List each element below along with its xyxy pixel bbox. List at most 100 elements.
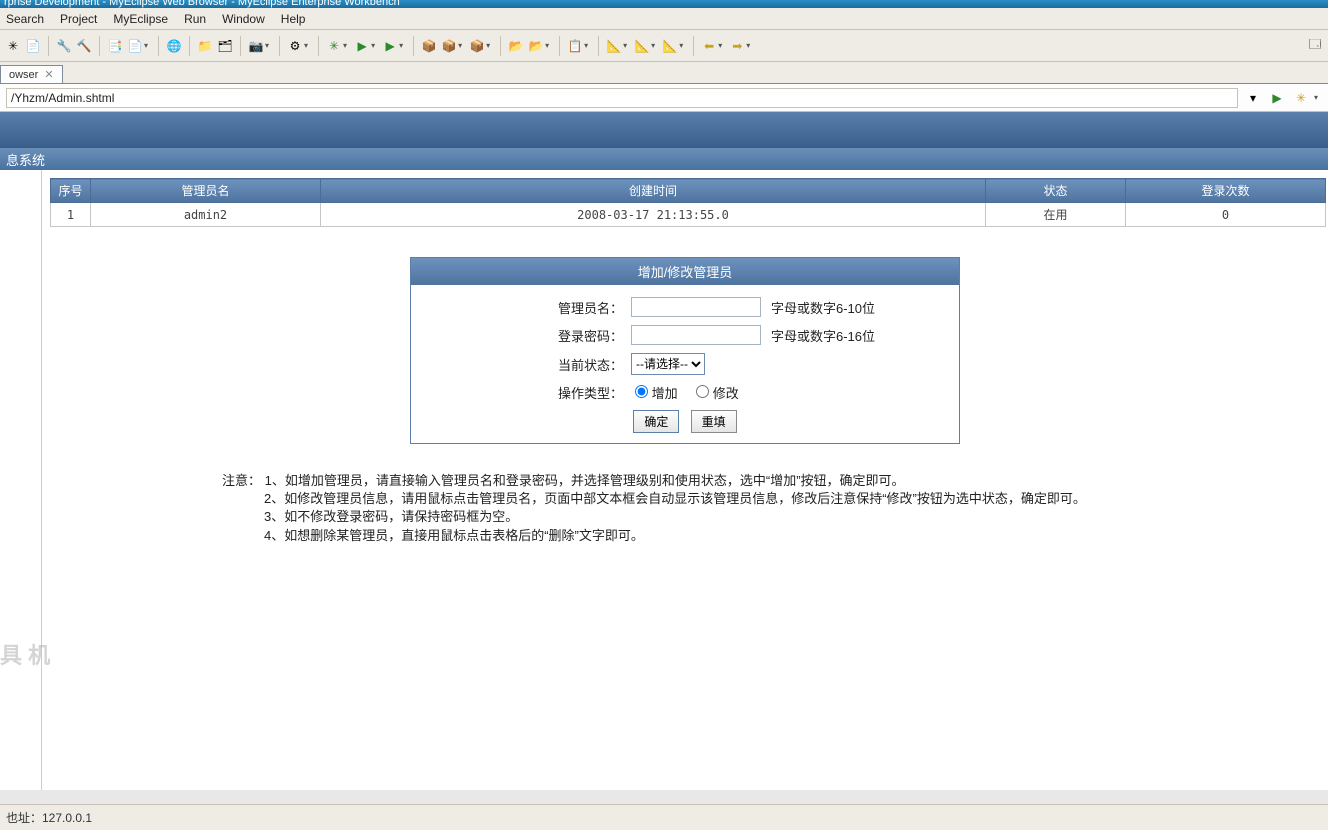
password-label: 登录密码： xyxy=(421,326,631,345)
col-created: 创建时间 xyxy=(321,179,986,203)
notes-line-3: 3、如不修改登录密码，请保持密码框为空。 xyxy=(264,508,518,526)
status-select[interactable]: --请选择-- xyxy=(631,353,705,375)
toolbar-icon[interactable]: 📐 xyxy=(633,37,651,55)
notes-line-1: 1、如增加管理员，请直接输入管理员名和登录密码，并选择管理级别和使用状态，选中“… xyxy=(265,473,905,488)
toolbar-icon[interactable]: 🔨 xyxy=(75,37,93,55)
cell-status: 在用 xyxy=(986,203,1126,227)
browser-tab[interactable]: owser ✕ xyxy=(0,65,63,83)
col-name: 管理员名 xyxy=(91,179,321,203)
run-icon[interactable]: ▶ xyxy=(353,37,371,55)
admin-name-label: 管理员名： xyxy=(421,298,631,317)
col-logins: 登录次数 xyxy=(1126,179,1326,203)
dropdown-arrow-icon[interactable]: ▾ xyxy=(718,41,722,50)
globe-icon[interactable]: 🌐 xyxy=(165,37,183,55)
close-icon[interactable]: ✕ xyxy=(44,68,53,81)
address-input[interactable] xyxy=(6,88,1238,108)
tool-icon[interactable]: ✳ xyxy=(1292,89,1310,107)
notes-title: 注意： xyxy=(222,473,261,488)
toolbar-icon[interactable]: 🔧 xyxy=(55,37,73,55)
cell-created: 2008-03-17 21:13:55.0 xyxy=(321,203,986,227)
op-add-radio[interactable] xyxy=(635,385,648,398)
toolbar-icon[interactable]: 📁 xyxy=(196,37,214,55)
toolbar-icon[interactable]: ✳ xyxy=(4,37,22,55)
app-header xyxy=(0,112,1328,148)
back-icon[interactable]: ⬅ xyxy=(700,37,718,55)
menu-search[interactable]: Search xyxy=(6,12,44,26)
status-label: 当前状态： xyxy=(421,355,631,374)
menu-help[interactable]: Help xyxy=(281,12,306,26)
menu-window[interactable]: Window xyxy=(222,12,265,26)
status-text: 也址：127.0.0.1 xyxy=(6,809,92,826)
status-bar: 也址：127.0.0.1 xyxy=(0,804,1328,830)
op-mod-label: 修改 xyxy=(713,386,739,401)
dropdown-arrow-icon[interactable]: ▾ xyxy=(486,41,490,50)
separator xyxy=(318,36,319,56)
dropdown-arrow-icon[interactable]: ▾ xyxy=(679,41,683,50)
main-panel: 序号 管理员名 创建时间 状态 登录次数 1 admin2 2008-03-17… xyxy=(42,170,1328,790)
window-title: rprise Development - MyEclipse Web Brows… xyxy=(4,0,400,8)
toolbar-icon[interactable]: 🗂 xyxy=(216,37,234,55)
dropdown-arrow-icon[interactable]: ▾ xyxy=(584,41,588,50)
admin-form: 增加/修改管理员 管理员名： 字母或数字6-10位 登录密码： 字母或数字6-1… xyxy=(410,257,960,444)
toolbar-icon[interactable]: 📦 xyxy=(440,37,458,55)
dropdown-arrow-icon[interactable]: ▾ xyxy=(623,41,627,50)
toolbar-icon[interactable]: 📑 xyxy=(106,37,124,55)
dropdown-arrow-icon[interactable]: ▾ xyxy=(144,41,148,50)
separator xyxy=(559,36,560,56)
dropdown-arrow-icon[interactable]: ▾ xyxy=(371,41,375,50)
cell-name[interactable]: admin2 xyxy=(91,203,321,227)
col-seq: 序号 xyxy=(51,179,91,203)
toolbar-icon[interactable]: 📐 xyxy=(661,37,679,55)
toolbar-icon[interactable]: ⚙ xyxy=(286,37,304,55)
dropdown-arrow-icon[interactable]: ▾ xyxy=(545,41,549,50)
separator xyxy=(240,36,241,56)
address-dropdown-icon[interactable]: ▾ xyxy=(1244,89,1262,107)
menu-run[interactable]: Run xyxy=(184,12,206,26)
dropdown-arrow-icon[interactable]: ▾ xyxy=(265,41,269,50)
admin-name-input[interactable] xyxy=(631,297,761,317)
col-status: 状态 xyxy=(986,179,1126,203)
go-icon[interactable]: ▶ xyxy=(1268,89,1286,107)
dropdown-arrow-icon[interactable]: ▾ xyxy=(304,41,308,50)
toolbar-icon[interactable]: 📂 xyxy=(527,37,545,55)
dropdown-arrow-icon[interactable]: ▾ xyxy=(343,41,347,50)
table-row[interactable]: 1 admin2 2008-03-17 21:13:55.0 在用 0 xyxy=(51,203,1326,227)
password-input[interactable] xyxy=(631,325,761,345)
toolbar-icon[interactable]: 📦 xyxy=(468,37,486,55)
admin-name-hint: 字母或数字6-10位 xyxy=(771,298,875,317)
dropdown-arrow-icon[interactable]: ▾ xyxy=(1314,93,1318,102)
password-hint: 字母或数字6-16位 xyxy=(771,326,875,345)
toolbar-icon[interactable]: 📐 xyxy=(605,37,623,55)
notes-line-4: 4、如想删除某管理员，直接用鼠标点击表格后的“删除”文字即可。 xyxy=(264,527,644,545)
toolbar-icon[interactable]: 📄 xyxy=(126,37,144,55)
dropdown-arrow-icon[interactable]: ▾ xyxy=(651,41,655,50)
forward-icon[interactable]: ➡ xyxy=(728,37,746,55)
separator xyxy=(413,36,414,56)
op-add-label: 增加 xyxy=(652,386,678,401)
toolbar-icon[interactable]: 📦 xyxy=(420,37,438,55)
separator xyxy=(500,36,501,56)
toolbar-icon[interactable]: 📋 xyxy=(566,37,584,55)
dropdown-arrow-icon[interactable]: ▾ xyxy=(746,41,750,50)
menu-myeclipse[interactable]: MyEclipse xyxy=(113,12,168,26)
tab-label: owser xyxy=(9,69,38,81)
reset-button[interactable]: 重填 xyxy=(691,410,737,433)
confirm-button[interactable]: 确定 xyxy=(633,410,679,433)
run-ext-icon[interactable]: ▶ xyxy=(381,37,399,55)
toolbar-icon[interactable]: 📂 xyxy=(507,37,525,55)
toolbar-icon[interactable]: 📄 xyxy=(24,37,42,55)
op-label: 操作类型： xyxy=(421,383,631,402)
op-mod-radio[interactable] xyxy=(696,385,709,398)
debug-icon[interactable]: ✳ xyxy=(325,37,343,55)
dropdown-arrow-icon[interactable]: ▾ xyxy=(399,41,403,50)
left-panel xyxy=(0,170,42,790)
dropdown-arrow-icon[interactable]: ▾ xyxy=(458,41,462,50)
browser-viewport: 息系统 序号 管理员名 创建时间 状态 登录次数 1 xyxy=(0,112,1328,790)
menu-project[interactable]: Project xyxy=(60,12,97,26)
menu-bar: Search Project MyEclipse Run Window Help xyxy=(0,8,1328,30)
perspective-icon[interactable]: 🗔 xyxy=(1306,37,1324,55)
notes-line-2: 2、如修改管理员信息，请用鼠标点击管理员名，页面中部文本框会自动显示该管理员信息… xyxy=(264,490,1086,508)
camera-icon[interactable]: 📷 xyxy=(247,37,265,55)
separator xyxy=(279,36,280,56)
toolbar: ✳ 📄 🔧 🔨 📑 📄▾ 🌐 📁 🗂 📷▾ ⚙▾ ✳▾ ▶▾ ▶▾ 📦 📦▾ 📦… xyxy=(0,30,1328,62)
